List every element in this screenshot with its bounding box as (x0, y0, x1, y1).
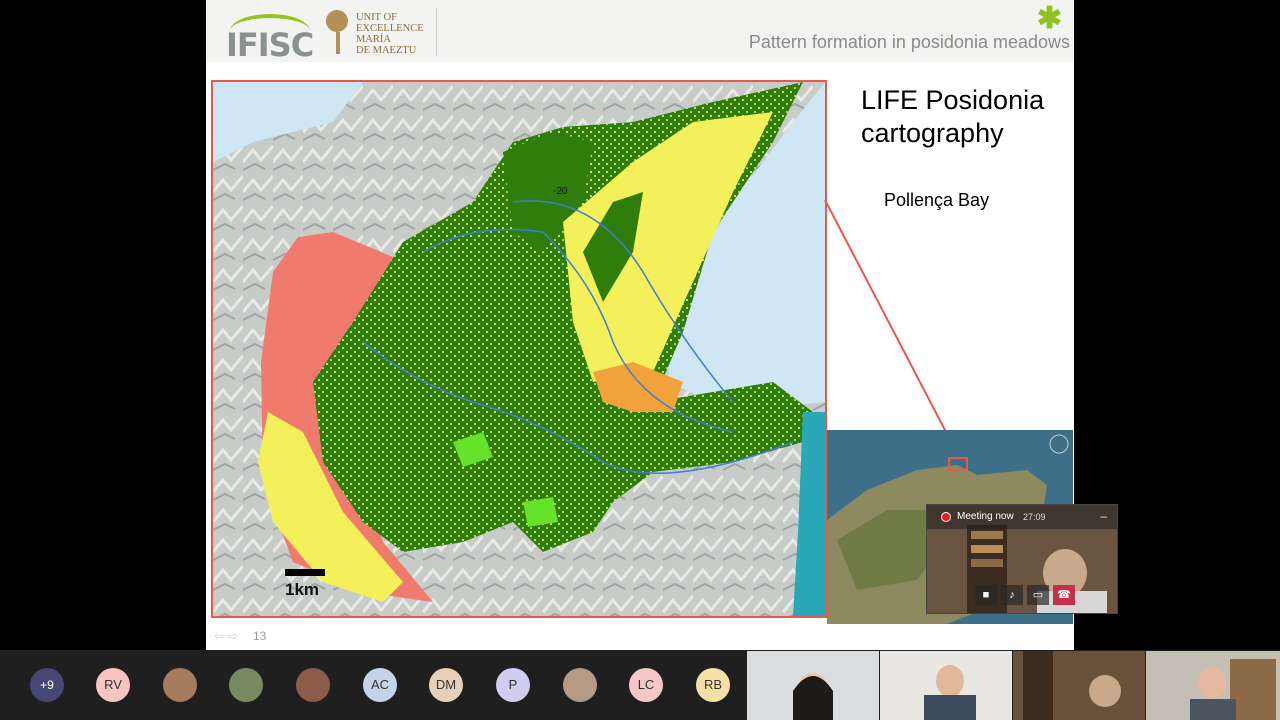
slide-title: LIFE Posidonia cartography (861, 85, 1045, 148)
connector-line-top (824, 199, 959, 456)
participant-video-3 (1023, 651, 1121, 720)
participant-video-2 (924, 665, 976, 720)
participant-avatar-ac[interactable]: AC (363, 668, 397, 702)
video-tile-4[interactable] (1146, 651, 1280, 720)
slide-subtitle: Pollença Bay (884, 190, 990, 210)
participant-photo-4[interactable] (563, 668, 597, 702)
participant-photo-1[interactable] (163, 668, 197, 702)
slide-page-number: 13 (253, 629, 267, 643)
recording-icon (941, 512, 951, 522)
participant-video-1 (793, 673, 833, 720)
camera-icon[interactable]: ■ (975, 585, 997, 605)
video-tile-3[interactable] (1013, 651, 1145, 720)
participant-photo-2[interactable] (229, 668, 263, 702)
participant-avatar-dm[interactable]: DM (429, 668, 463, 702)
hang-up-icon[interactable]: ☎ (1053, 585, 1075, 605)
slide-navigation-arrows[interactable]: ⇦ ⇨ (214, 629, 237, 643)
participant-avatar-rb[interactable]: RB (696, 668, 730, 702)
meeting-duration: 27:09 (1023, 512, 1046, 522)
more-participants-badge[interactable]: +9 (30, 668, 64, 702)
participant-avatar-lc[interactable]: LC (629, 668, 663, 702)
video-tile-1[interactable] (747, 651, 879, 720)
participant-avatar-rv[interactable]: RV (96, 668, 130, 702)
participant-avatar-p[interactable]: P (496, 668, 530, 702)
call-controls: ■ ♪ ▭ ☎ (975, 585, 1075, 607)
participant-video-4 (1190, 659, 1276, 720)
meeting-mini-window[interactable]: Meeting now 27:09 – ■ ♪ ▭ ☎ (926, 504, 1118, 614)
video-tile-2[interactable] (880, 651, 1012, 720)
meeting-title-bar: Meeting now 27:09 – (927, 505, 1117, 529)
share-screen-icon[interactable]: ▭ (1027, 585, 1049, 605)
participant-photo-3[interactable] (296, 668, 330, 702)
minimize-icon[interactable]: – (1100, 509, 1107, 523)
microphone-icon[interactable]: ♪ (1001, 585, 1023, 605)
meeting-label: Meeting now (957, 511, 1014, 522)
